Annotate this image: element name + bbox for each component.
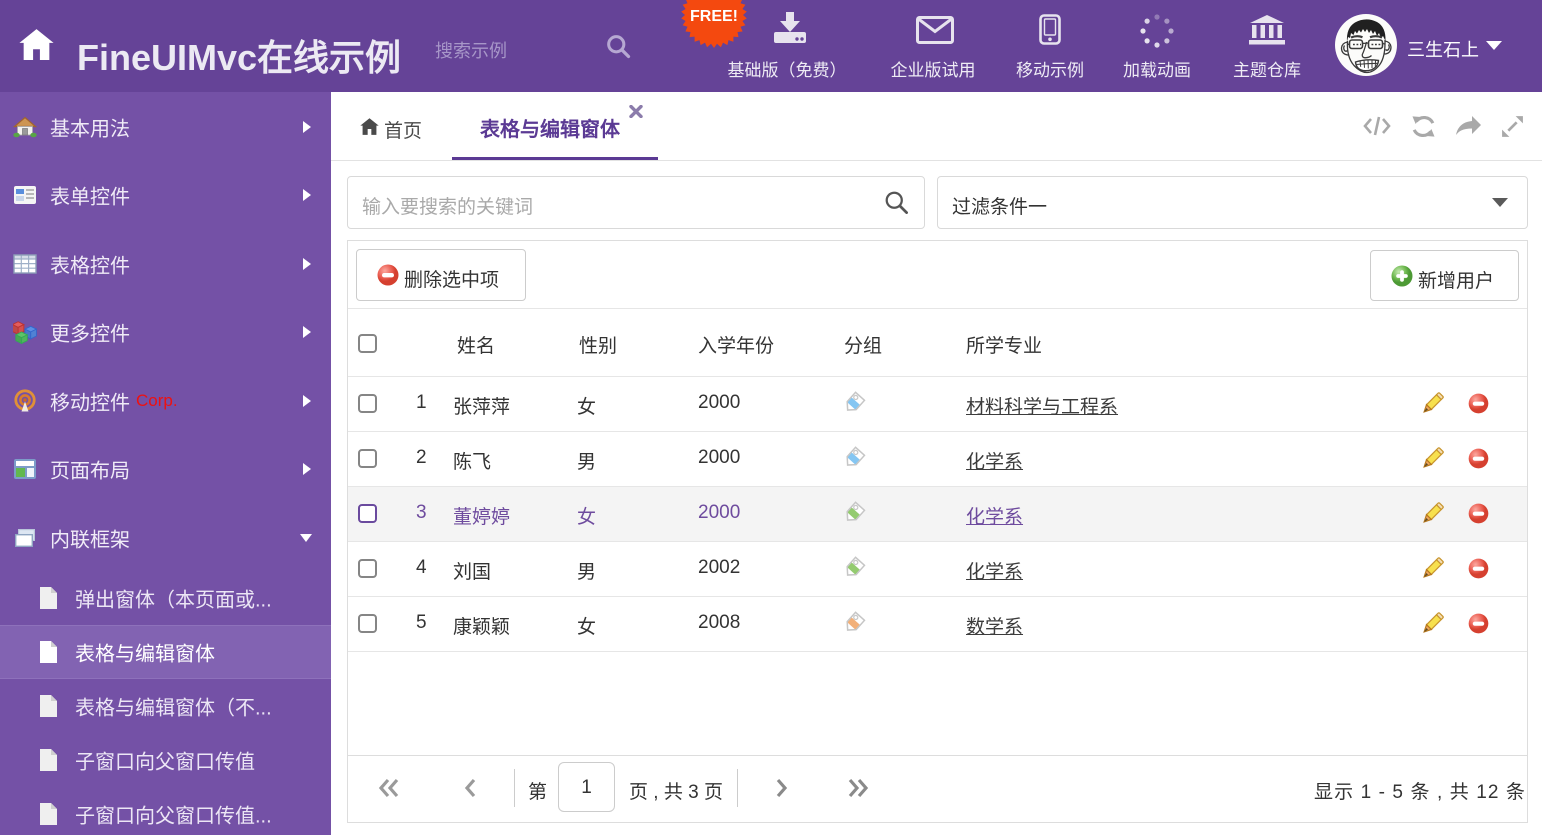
svg-text:FREE!: FREE! bbox=[690, 8, 738, 25]
